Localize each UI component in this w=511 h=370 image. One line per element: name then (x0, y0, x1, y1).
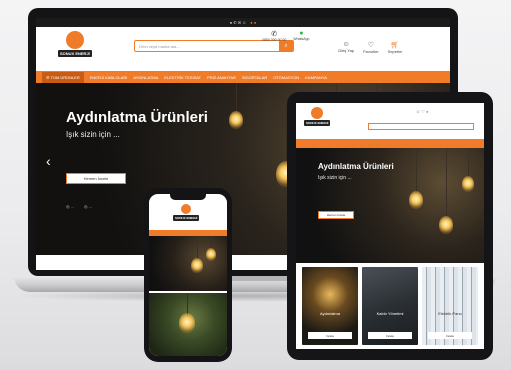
nav-all-products[interactable]: ☰ TÜM ÜRÜNLER (42, 71, 84, 83)
nav-item[interactable]: OTOMASYON (273, 75, 299, 80)
category-button[interactable]: İncele (308, 332, 352, 339)
category-caption: Elektrik Pano (438, 311, 462, 316)
favorites-button[interactable]: ♡ Favoriler (363, 41, 379, 54)
category-card[interactable]: Aydınlatma İncele (302, 267, 358, 345)
category-button[interactable]: İncele (368, 332, 412, 339)
lamp-wire (468, 148, 469, 178)
category-caption: Aydınlatma (320, 311, 340, 316)
user-icon[interactable]: ☺ (416, 109, 420, 114)
nav-item[interactable]: AYDINLATMA (133, 75, 158, 80)
main-nav: ☰ TÜM ÜRÜNLER ENERJİ KABLOLARI AYDINLATM… (36, 71, 450, 83)
topbar-text: ● ✆ ✉ ☺ (229, 20, 247, 25)
lamp-wire (446, 148, 447, 218)
lamp-bulb (229, 111, 243, 129)
whatsapp-icon: ● (299, 30, 304, 37)
tablet-header: SONUX ENERJİ ☺ ♡ ● (296, 103, 484, 139)
heart-icon: ♡ (367, 42, 375, 49)
header-whatsapp[interactable]: ● WhatsApp (293, 30, 309, 42)
user-icon: ☺ (342, 41, 350, 48)
logo-icon (181, 204, 192, 214)
cart-icon[interactable]: ● (426, 109, 428, 114)
nav-item[interactable]: ENERJİ KABLOLARI (90, 75, 128, 80)
tablet-hero-subtitle: Işık sizin için ... (318, 175, 352, 181)
category-card[interactable]: Elektrik Pano İncele (422, 267, 478, 345)
nav-item[interactable]: KAMPANYA (305, 75, 327, 80)
lamp-bulb (439, 216, 453, 234)
category-caption: Kablo Yönetimi (376, 311, 404, 316)
nav-item[interactable]: SİGORTALAR (242, 75, 267, 80)
tablet-screen: SONUX ENERJİ ☺ ♡ ● Aydınlatma Ürünleri I… (296, 103, 484, 349)
phone-notch (170, 194, 206, 200)
phone-logo[interactable]: SONUX ENERJİ (173, 204, 200, 221)
slider-prev-icon[interactable]: ‹ (46, 153, 51, 169)
hero-links: ◎ ... ◎ ... (66, 204, 92, 209)
phone-header: SONUX ENERJİ (149, 200, 227, 230)
login-button[interactable]: ☺ Giriş Yap (338, 41, 354, 54)
hero-subtitle: Işık sizin için ... (66, 130, 120, 139)
lamp-wire (416, 148, 417, 193)
lamp-bulb (206, 248, 216, 261)
tablet-hero[interactable]: Aydınlatma Ürünleri Işık sizin için ... … (296, 148, 484, 263)
logo-text: SONUX ENERJİ (173, 215, 200, 221)
hero-cta-button[interactable]: Hemen İncele (66, 173, 126, 184)
header-phone[interactable]: ✆ 0850 000 00 00 (262, 30, 286, 42)
hero-link[interactable]: ◎ ... (66, 204, 74, 209)
heart-icon[interactable]: ♡ (421, 109, 425, 114)
tablet-nav[interactable] (296, 139, 484, 148)
tablet-logo[interactable]: SONUX ENERJİ (304, 107, 331, 126)
tablet-header-icons: ☺ ♡ ● (416, 109, 428, 114)
hero-title: Aydınlatma Ürünleri (66, 109, 208, 126)
tablet-search-input[interactable] (368, 123, 474, 130)
lamp-wire (197, 236, 198, 260)
nav-item[interactable]: PRİZ ANAHTAR (207, 75, 236, 80)
topbar-highlight: ● ● (250, 20, 257, 25)
logo-icon (65, 31, 84, 49)
category-button[interactable]: İncele (428, 332, 472, 339)
phone-icon: ✆ (271, 31, 278, 38)
header-actions: ☺ Giriş Yap ♡ Favoriler 🛒︎ Sepetim (338, 41, 402, 54)
login-label: Giriş Yap (338, 48, 355, 53)
header-contact-row: ✆ 0850 000 00 00 ● WhatsApp (262, 30, 310, 42)
cart-button[interactable]: 🛒︎ Sepetim (388, 41, 403, 54)
product-mockup: { "brand": {"name": "SONUX ENERJİ", "acc… (0, 0, 511, 370)
hero-link[interactable]: ◎ ... (84, 204, 92, 209)
logo-text: SONUX ENERJİ (58, 50, 92, 57)
cart-icon: 🛒︎ (390, 42, 400, 49)
search-button[interactable]: ⌕ (279, 41, 293, 51)
cart-label: Sepetim (387, 49, 403, 54)
lamp-wire (236, 83, 237, 113)
lamp-wire (187, 293, 188, 315)
logo-text: SONUX ENERJİ (304, 120, 331, 126)
phone-screen: SONUX ENERJİ (149, 194, 227, 356)
lamp-bulb (191, 258, 203, 273)
lamp-bulb (179, 313, 195, 333)
favorites-label: Favoriler (363, 49, 379, 54)
tablet-hero-button[interactable]: Hemen İncele (318, 211, 354, 219)
tablet-category-grid: Aydınlatma İncele Kablo Yönetimi İncele … (302, 267, 478, 345)
site-logo[interactable]: SONUX ENERJİ (58, 31, 92, 57)
site-header: SONUX ENERJİ Ürün veya marka ara... ⌕ ✆ 0… (36, 27, 450, 71)
search-icon: ⌕ (284, 42, 288, 49)
search-placeholder: Ürün veya marka ara... (139, 43, 180, 49)
category-card[interactable]: Kablo Yönetimi İncele (362, 267, 418, 345)
tablet-hero-title: Aydınlatma Ürünleri (318, 162, 394, 171)
nav-item[interactable]: ELEKTRİK TESİSAT (164, 75, 201, 80)
lamp-bulb (409, 191, 423, 209)
phone-category-image[interactable] (149, 293, 227, 356)
header-phone-label: 0850 000 00 00 (262, 38, 287, 42)
lamp-bulb (462, 176, 474, 192)
phone-hero[interactable] (149, 236, 227, 291)
logo-icon (311, 107, 324, 119)
header-whatsapp-label: WhatsApp (293, 37, 310, 41)
top-info-bar: ● ✆ ✉ ☺ ● ● (36, 18, 450, 27)
